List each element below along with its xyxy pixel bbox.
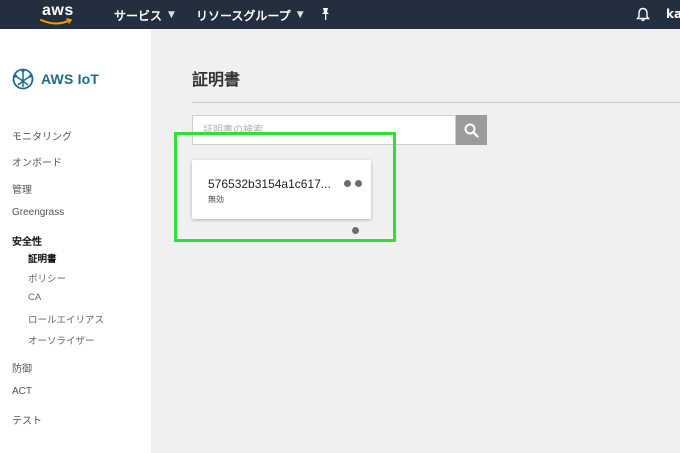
aws-iot-logo-icon (12, 68, 34, 90)
search-icon (464, 123, 479, 138)
sidebar-subitem-role-aliases[interactable]: ロールエイリアス (28, 312, 104, 326)
sidebar-subitem-authorizers[interactable]: オーソライザー (28, 333, 95, 347)
resource-groups-menu[interactable]: リソースグループ ▼ (196, 7, 304, 24)
aws-iot-brand[interactable]: AWS IoT (11, 67, 99, 91)
sidebar-subitem-ca[interactable]: CA (28, 292, 41, 303)
sidebar-item-manage[interactable]: 管理 (12, 181, 32, 196)
aws-logo[interactable]: aws (40, 2, 80, 26)
sidebar-item-greengrass[interactable]: Greengrass (12, 207, 64, 218)
bell-icon[interactable] (636, 7, 650, 22)
sidebar-item-defend[interactable]: 防御 (12, 360, 32, 375)
services-label: サービス (114, 9, 163, 23)
aws-smile-icon (40, 18, 73, 25)
sidebar-item-onboard[interactable]: オンボード (12, 154, 62, 169)
highlight-box (174, 132, 396, 242)
sidebar: AWS IoT モニタリング オンボード 管理 Greengrass 安全性 証… (0, 29, 151, 453)
brand-label: AWS IoT (41, 71, 100, 87)
sidebar-subitem-policies[interactable]: ポリシー (28, 271, 66, 285)
sidebar-subitem-certificates[interactable]: 証明書 (28, 251, 57, 265)
services-menu[interactable]: サービス ▼ (114, 7, 175, 24)
title-divider (192, 102, 680, 103)
sidebar-item-test[interactable]: テスト (12, 412, 42, 427)
chevron-down-icon: ▼ (296, 9, 304, 20)
sidebar-item-monitoring[interactable]: モニタリング (12, 128, 72, 143)
user-menu[interactable]: ka (666, 7, 680, 21)
chevron-down-icon: ▼ (168, 9, 175, 20)
sidebar-item-act[interactable]: ACT (12, 386, 32, 397)
top-nav-bar: aws サービス ▼ リソースグループ ▼ ka (0, 0, 680, 29)
resource-groups-label: リソースグループ (196, 9, 291, 23)
search-button[interactable] (456, 115, 487, 145)
pin-icon[interactable] (319, 7, 331, 21)
sidebar-item-security[interactable]: 安全性 (12, 233, 42, 248)
page-title: 証明書 (192, 72, 241, 89)
